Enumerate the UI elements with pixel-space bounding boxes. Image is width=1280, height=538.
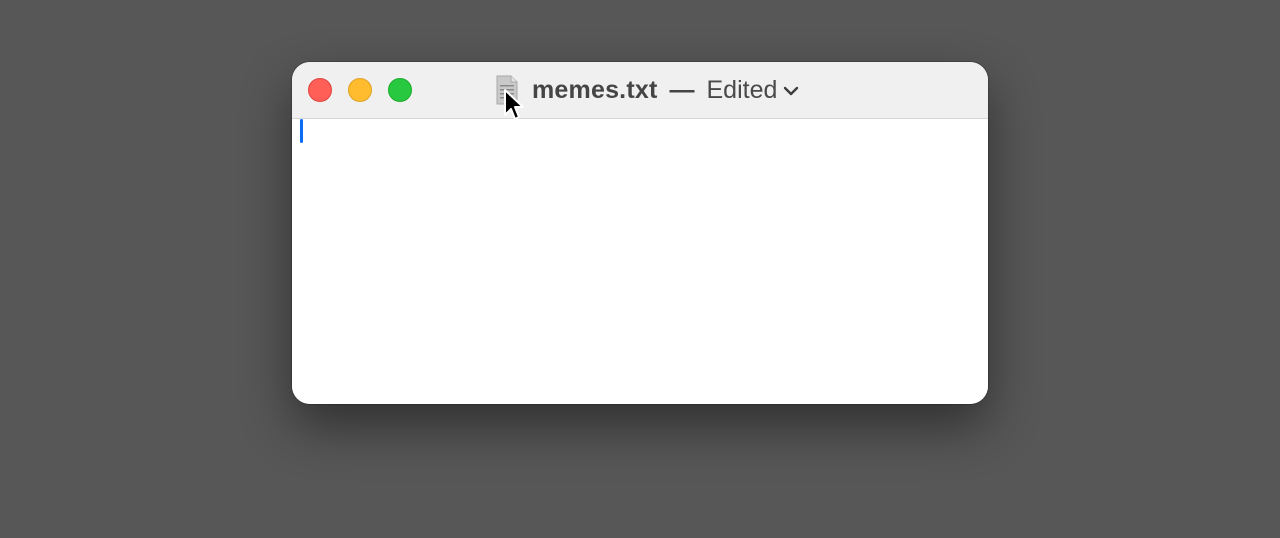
minimize-button[interactable]: [348, 78, 372, 102]
window-title[interactable]: memes.txt — Edited: [496, 72, 799, 108]
title-separator: —: [669, 75, 695, 104]
textedit-window: memes.txt — Edited: [292, 62, 988, 404]
mouse-pointer-icon: [503, 88, 525, 122]
desktop-background: memes.txt — Edited: [0, 0, 1280, 538]
chevron-down-icon[interactable]: [783, 84, 799, 96]
text-editor-area[interactable]: [292, 119, 988, 404]
zoom-button[interactable]: [388, 78, 412, 102]
close-button[interactable]: [308, 78, 332, 102]
document-status: Edited: [706, 75, 778, 104]
window-titlebar[interactable]: memes.txt — Edited: [292, 62, 988, 119]
text-caret: [300, 119, 303, 143]
window-filename: memes.txt: [532, 75, 658, 104]
